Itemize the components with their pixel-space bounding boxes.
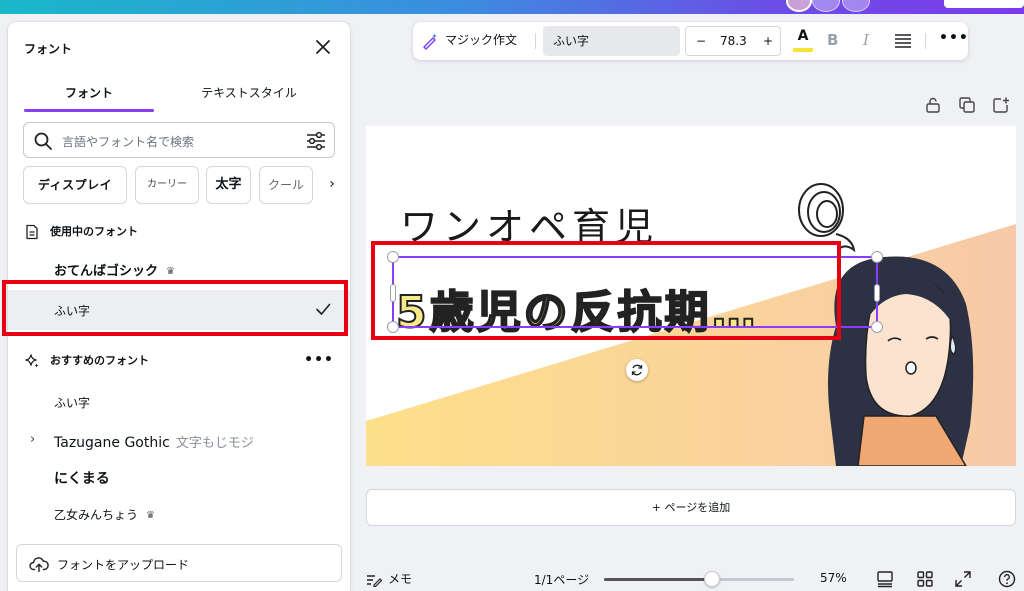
duplicate-icon[interactable] (958, 96, 976, 114)
font-name: にくまる (54, 471, 110, 487)
fullscreen-icon[interactable] (954, 570, 972, 588)
resize-handle[interactable] (871, 321, 883, 333)
font-family-selector[interactable]: ふい字 (543, 26, 680, 56)
resize-handle[interactable] (387, 321, 399, 333)
chip-display[interactable]: ディスプレイ (23, 166, 127, 204)
crown-icon: ♛ (166, 266, 175, 277)
design-canvas[interactable]: ワンオペ育児 5歳児の反抗期… (366, 126, 1016, 466)
chip-curly[interactable]: カーリー (135, 166, 199, 204)
in-use-heading-label: 使用中のフォント (50, 225, 138, 238)
font-item-fuiji-selected[interactable]: ふい字 (8, 290, 350, 330)
canvas-title-text[interactable]: ワンオペ育児 (400, 196, 658, 251)
font-name: ふい字 (54, 396, 91, 410)
collaborator-avatar[interactable] (842, 0, 870, 12)
upload-font-button[interactable]: フォントをアップロード (16, 544, 342, 582)
increase-size-button[interactable]: + (763, 34, 773, 48)
chips-next-button[interactable]: › (321, 166, 343, 204)
filter-icon[interactable] (305, 131, 327, 151)
panel-tabs: フォント テキストスタイル (24, 82, 334, 112)
magic-pen-icon (423, 33, 437, 50)
upload-font-label: フォントをアップロード (57, 558, 190, 572)
resize-handle[interactable] (390, 284, 396, 302)
font-size-value[interactable]: 78.3 (720, 34, 747, 48)
collaborator-avatar[interactable] (812, 0, 840, 12)
font-name: 乙女みんちょう ♛ (54, 506, 155, 523)
worry-scribble (798, 183, 856, 253)
resize-handle[interactable] (387, 251, 399, 263)
more-options-button[interactable]: ••• (939, 30, 969, 46)
zoom-slider[interactable] (604, 571, 794, 587)
zoom-level[interactable]: 57% (820, 571, 847, 585)
help-icon[interactable] (998, 570, 1016, 588)
text-color-glyph: A (797, 28, 809, 44)
chevron-right-icon[interactable]: › (30, 432, 35, 447)
magic-write-label: マジック作文 (445, 33, 518, 47)
font-name-text: 乙女みんちょう (54, 508, 139, 522)
font-item-otome-mincho[interactable]: 乙女みんちょう ♛ (8, 496, 350, 532)
decrease-size-button[interactable]: − (696, 34, 706, 48)
align-justify-icon[interactable] (893, 32, 913, 50)
font-name-text: Tazugane Gothic (54, 435, 170, 451)
tab-fonts[interactable]: フォント (24, 82, 154, 112)
add-page-button[interactable]: + ページを追加 (366, 489, 1016, 526)
recommended-heading-label: おすすめのフォント (50, 354, 149, 367)
selection-box (387, 251, 883, 333)
cloud-upload-icon (29, 557, 49, 573)
font-name: おてんばゴシック ♛ (54, 260, 175, 279)
share-button[interactable] (944, 0, 1024, 8)
search-placeholder: 言語やフォント名で検索 (62, 135, 195, 149)
in-use-heading: 使用中のフォント (24, 223, 138, 240)
font-item-tazugane-gothic[interactable]: › Tazugane Gothic 文字もじモジ (8, 422, 350, 458)
font-size-stepper: − 78.3 + (685, 26, 781, 56)
notes-icon (367, 574, 382, 587)
page-view-icon[interactable] (876, 570, 894, 588)
rotate-icon[interactable] (626, 359, 648, 381)
toolbar-divider (535, 33, 536, 49)
check-icon (316, 303, 331, 315)
search-icon (34, 132, 52, 150)
panel-title: フォント (24, 42, 73, 56)
text-toolbar: マジック作文 ふい字 − 78.3 + A B I ••• (413, 22, 968, 60)
font-sample: 文字もじモジ (175, 436, 254, 451)
top-gradient-bar (0, 0, 1024, 14)
font-item-fuiji[interactable]: ふい字 (8, 384, 350, 420)
user-avatar[interactable] (786, 0, 812, 12)
font-item-otenba-gothic[interactable]: おてんばゴシック ♛ (8, 250, 350, 286)
grid-view-icon[interactable] (916, 570, 934, 588)
zoom-slider-fill (604, 578, 713, 581)
notes-button[interactable]: メモ (366, 570, 412, 587)
toolbar-divider (925, 33, 926, 49)
font-panel: フォント フォント テキストスタイル 言語やフォント名で検索 ディスプレイ カー… (8, 22, 350, 591)
font-search-input[interactable]: 言語やフォント名で検索 (23, 122, 335, 158)
document-icon (26, 224, 38, 240)
font-name: Tazugane Gothic 文字もじモジ (54, 432, 254, 451)
chip-bold[interactable]: 太字 (206, 166, 251, 204)
text-color-swatch (793, 48, 813, 52)
resize-handle[interactable] (874, 284, 880, 302)
lock-icon[interactable] (924, 96, 942, 114)
font-item-nikumaru[interactable]: にくまる (8, 458, 350, 494)
resize-handle[interactable] (871, 251, 883, 263)
notes-label: メモ (388, 572, 413, 586)
close-icon[interactable] (312, 36, 334, 58)
bottom-bar: メモ 1/1ページ 57% (358, 566, 1024, 591)
add-page-icon[interactable] (992, 96, 1010, 114)
font-category-chips: ディスプレイ カーリー 太字 クール › (23, 166, 343, 206)
crown-icon: ♛ (146, 510, 155, 521)
magic-write-button[interactable]: マジック作文 (421, 31, 517, 51)
chip-cool[interactable]: クール (259, 166, 313, 204)
zoom-slider-handle[interactable] (704, 571, 721, 587)
more-options-button[interactable]: ••• (304, 352, 334, 368)
font-name: ふい字 (54, 304, 91, 318)
sparkle-icon (25, 354, 39, 368)
font-name-text: おてんばゴシック (54, 264, 159, 279)
page-indicator[interactable]: 1/1ページ (534, 571, 589, 588)
recommended-heading: おすすめのフォント ••• (24, 352, 334, 369)
tab-text-styles[interactable]: テキストスタイル (164, 82, 334, 112)
italic-button[interactable]: I (863, 31, 869, 49)
bold-button[interactable]: B (827, 31, 838, 49)
text-color-button[interactable]: A (791, 28, 815, 54)
